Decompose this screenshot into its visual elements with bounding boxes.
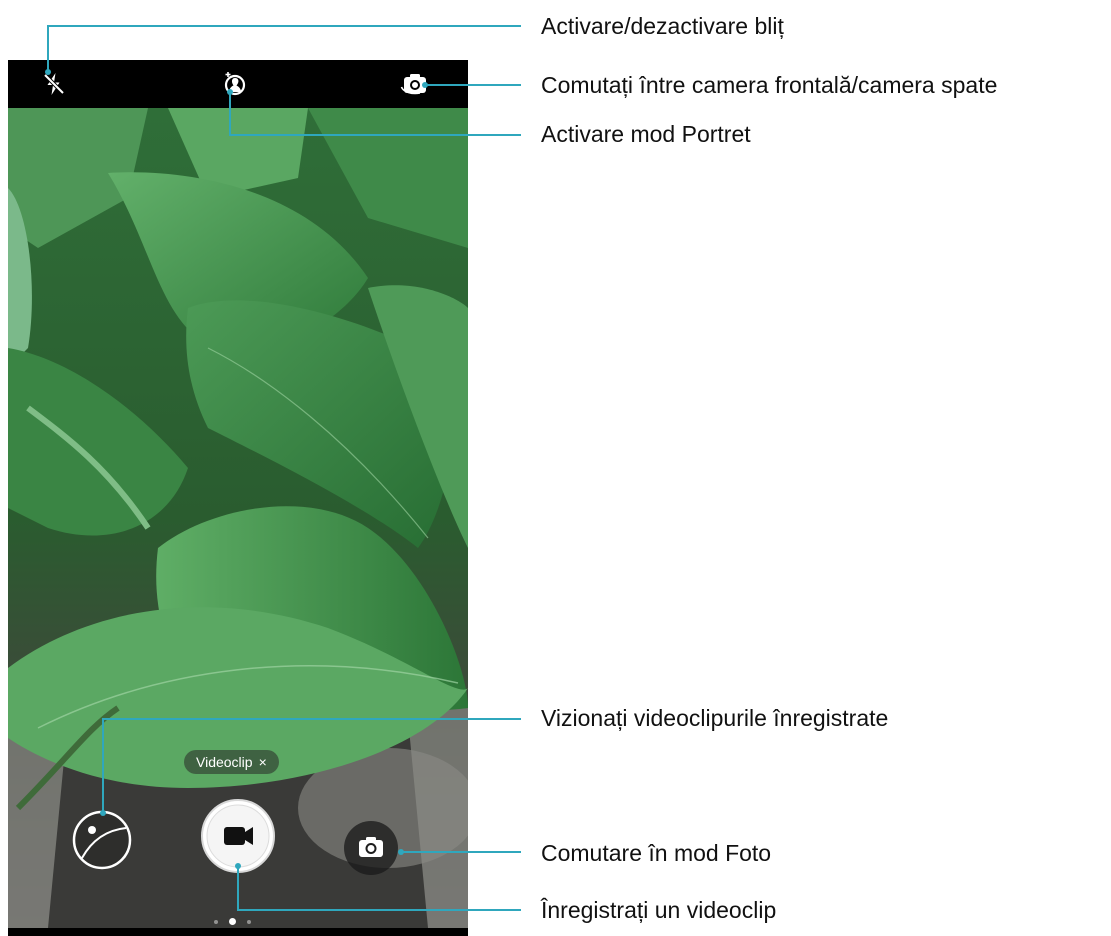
portrait-mode-icon[interactable]	[222, 70, 248, 98]
callout-switch-camera-label: Comutați între camera frontală/camera sp…	[541, 72, 998, 98]
camera-screen: Videoclip ×	[8, 60, 468, 936]
gallery-thumbnail[interactable]	[72, 810, 132, 870]
bottom-black-strip	[8, 928, 468, 936]
callout-record-label: Înregistrați un videoclip	[541, 897, 777, 923]
record-button[interactable]	[200, 798, 276, 874]
mode-chip-label: Videoclip	[196, 754, 253, 770]
callout-photo-mode-label: Comutare în mod Foto	[541, 840, 772, 866]
mode-chip[interactable]: Videoclip ×	[184, 750, 279, 774]
mode-pager-dot	[247, 919, 251, 924]
photo-mode-button[interactable]	[343, 820, 399, 876]
mode-pager-dot	[214, 919, 218, 924]
switch-camera-icon[interactable]	[400, 72, 430, 96]
mode-pager	[214, 918, 251, 925]
camera-top-bar	[8, 60, 468, 108]
callout-flash-label: Activare/dezactivare bliț	[541, 13, 784, 39]
callout-portrait-label: Activare mod Portret	[541, 121, 751, 147]
callout-gallery-label: Vizionați videoclipurile înregistrate	[541, 705, 889, 731]
mode-chip-close-icon[interactable]: ×	[259, 750, 267, 774]
flash-off-icon[interactable]	[41, 71, 67, 97]
mode-pager-dot-active	[229, 918, 236, 925]
